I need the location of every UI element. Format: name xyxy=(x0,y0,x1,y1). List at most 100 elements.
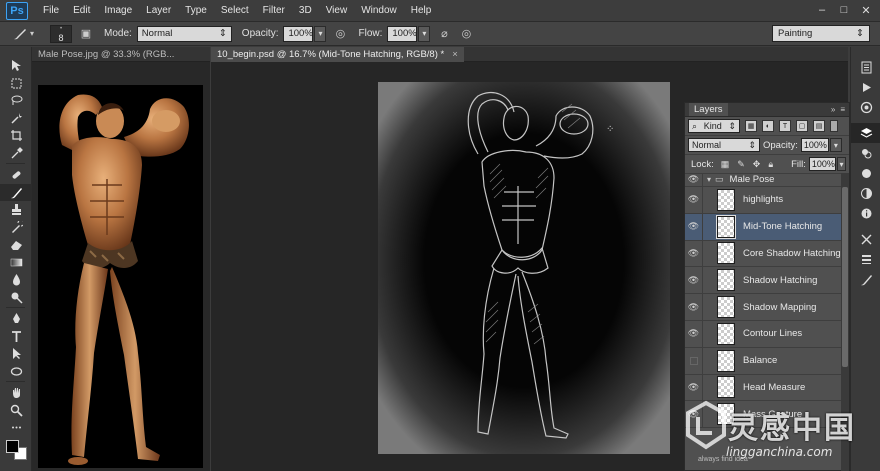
airbrush-icon[interactable]: ⌀ xyxy=(436,26,452,42)
layer-row-selected[interactable]: 👁︎ Mid-Tone Hatching xyxy=(685,213,841,241)
layer-row[interactable]: 👁︎ Core Shadow Hatching xyxy=(685,240,841,268)
smart-object-filter-icon[interactable]: ▤ xyxy=(813,120,825,132)
layers-scrollbar[interactable] xyxy=(841,173,849,471)
pixel-filter-icon[interactable]: ▦ xyxy=(745,120,757,132)
maximize-button[interactable]: □ xyxy=(834,2,854,18)
visibility-off-box[interactable] xyxy=(685,347,703,374)
layer-row[interactable]: 👁︎ Shadow Hatching xyxy=(685,267,841,295)
paths-panel-button[interactable] xyxy=(851,163,880,183)
eye-icon[interactable]: 👁︎ xyxy=(685,173,703,186)
minimize-button[interactable]: – xyxy=(812,2,832,18)
adjustment-filter-icon[interactable]: ◐ xyxy=(762,120,774,132)
layers-panel-button[interactable] xyxy=(851,123,880,143)
shape-filter-icon[interactable]: ▢ xyxy=(796,120,808,132)
opacity-input[interactable]: 100% xyxy=(283,25,314,42)
history-brush-tool[interactable] xyxy=(0,219,32,237)
eye-icon[interactable]: 👁︎ xyxy=(685,267,703,294)
lock-all-icon[interactable]: 🔒︎ xyxy=(768,159,773,170)
menu-file[interactable]: File xyxy=(36,5,66,16)
type-filter-icon[interactable]: T xyxy=(779,120,791,132)
channels-panel-button[interactable] xyxy=(851,143,880,163)
close-tab-icon[interactable]: × xyxy=(452,49,458,60)
opacity-dropdown-button[interactable]: ▾ xyxy=(314,25,327,42)
panel-menu-icon[interactable]: ≡ xyxy=(840,105,845,114)
layer-row[interactable]: 👁︎ highlights xyxy=(685,187,841,214)
menu-3d[interactable]: 3D xyxy=(292,5,319,16)
menu-edit[interactable]: Edit xyxy=(66,5,97,16)
brush-panel-icon[interactable]: ▣ xyxy=(78,26,94,42)
lock-transparent-icon[interactable]: ▦ xyxy=(721,159,730,170)
lasso-tool[interactable] xyxy=(0,92,32,110)
eye-icon[interactable]: 👁︎ xyxy=(685,320,703,347)
mode-select[interactable]: Normal ⇕ xyxy=(136,25,232,42)
layers-tab[interactable]: Layers xyxy=(689,103,728,116)
pen-tool[interactable] xyxy=(0,310,32,328)
eye-icon[interactable]: 👁︎ xyxy=(685,213,703,240)
marquee-tool[interactable] xyxy=(0,75,32,93)
expand-group-icon[interactable]: ▾ xyxy=(707,175,711,184)
dodge-tool[interactable] xyxy=(0,289,32,307)
type-tool[interactable] xyxy=(0,328,32,346)
eye-icon[interactable]: 👁︎ xyxy=(685,294,703,320)
menu-layer[interactable]: Layer xyxy=(139,5,178,16)
filter-toggle-icon[interactable] xyxy=(830,120,838,132)
healing-brush-tool[interactable] xyxy=(0,166,32,184)
eye-icon[interactable]: 👁︎ xyxy=(685,374,703,401)
document-tab-male-pose[interactable]: Male Pose.jpg @ 33.3% (RGB... xyxy=(32,47,180,62)
blend-mode-select[interactable]: Normal ⇕ xyxy=(688,138,760,152)
menu-type[interactable]: Type xyxy=(178,5,214,16)
canvas-drawing[interactable]: ⁘ xyxy=(378,82,670,454)
eyedropper-tool[interactable] xyxy=(0,145,32,163)
adjustments-panel-button[interactable] xyxy=(851,183,880,203)
pressure-size-icon[interactable]: ◎ xyxy=(458,26,474,42)
eraser-tool[interactable] xyxy=(0,236,32,254)
brush-tool[interactable] xyxy=(0,183,32,201)
tool-presets-panel-button[interactable] xyxy=(851,229,880,249)
document-tab-10-begin[interactable]: 10_begin.psd @ 16.7% (Mid-Tone Hatching,… xyxy=(211,46,464,62)
layer-row[interactable]: Balance xyxy=(685,347,841,375)
menu-image[interactable]: Image xyxy=(97,5,139,16)
layer-row[interactable]: 👁︎ Mass Gesture xyxy=(685,401,841,429)
layer-opacity-input[interactable]: 100% xyxy=(800,138,829,152)
blur-tool[interactable] xyxy=(0,271,32,289)
layer-group-row[interactable]: 👁︎ ▾ ▭ Male Pose xyxy=(685,173,841,187)
flow-input[interactable]: 100% xyxy=(387,25,418,42)
eye-icon[interactable]: 👁︎ xyxy=(685,187,703,213)
hand-tool[interactable] xyxy=(0,384,32,402)
layer-opacity-dropdown[interactable]: ▾ xyxy=(829,138,842,152)
lock-position-icon[interactable]: ✥ xyxy=(753,159,761,170)
zoom-tool[interactable] xyxy=(0,402,32,420)
clone-stamp-tool[interactable] xyxy=(0,201,32,219)
ellipse-tool[interactable] xyxy=(0,363,32,381)
close-button[interactable]: ✕ xyxy=(856,2,876,18)
collapse-panel-icon[interactable]: » xyxy=(831,105,835,114)
filter-kind-select[interactable]: ⌕ Kind ⇕ xyxy=(688,119,740,133)
eye-icon[interactable]: 👁︎ xyxy=(685,401,703,428)
fill-dropdown[interactable]: ▾ xyxy=(836,157,846,171)
brush-size-picker[interactable]: • 8 xyxy=(50,24,72,43)
history-panel-button[interactable] xyxy=(851,57,880,77)
gradient-tool[interactable] xyxy=(0,254,32,272)
color-panel-button[interactable] xyxy=(851,97,880,117)
lock-image-icon[interactable]: ✎ xyxy=(737,159,745,170)
workspace-switcher[interactable]: Painting ⇕ xyxy=(772,25,870,42)
quick-selection-tool[interactable] xyxy=(0,110,32,128)
brush-presets-panel-button[interactable] xyxy=(851,249,880,269)
properties-panel-button[interactable] xyxy=(851,203,880,223)
menu-filter[interactable]: Filter xyxy=(256,5,292,16)
pressure-opacity-icon[interactable]: ◎ xyxy=(332,26,348,42)
foreground-color-swatch[interactable] xyxy=(6,440,19,453)
layer-row[interactable]: 👁︎ Head Measure xyxy=(685,374,841,402)
scrollbar-thumb[interactable] xyxy=(842,187,848,367)
fill-input[interactable]: 100% xyxy=(808,157,836,171)
tool-preset-picker[interactable]: ▾ xyxy=(8,24,38,44)
clone-source-panel-button[interactable] xyxy=(851,269,880,289)
flow-dropdown-button[interactable]: ▾ xyxy=(418,25,431,42)
eye-icon[interactable]: 👁︎ xyxy=(685,240,703,267)
path-selection-tool[interactable] xyxy=(0,345,32,363)
menu-help[interactable]: Help xyxy=(404,5,439,16)
menu-window[interactable]: Window xyxy=(354,5,404,16)
male-pose-photo[interactable] xyxy=(38,85,203,468)
menu-select[interactable]: Select xyxy=(214,5,256,16)
menu-view[interactable]: View xyxy=(319,5,355,16)
